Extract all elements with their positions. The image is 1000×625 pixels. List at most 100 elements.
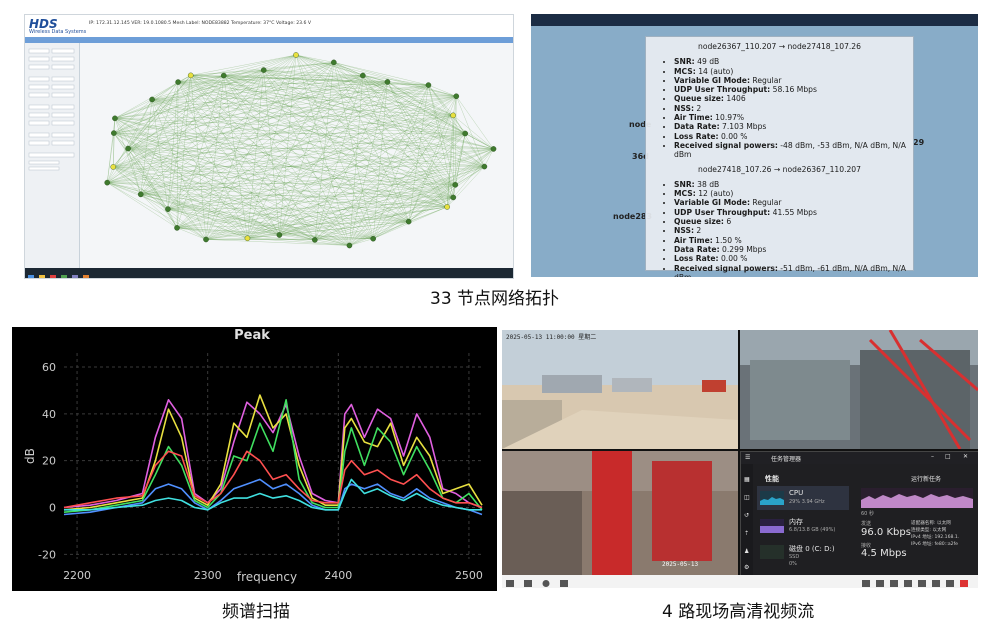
memory-usage: 6.8/13.8 GB (49%) <box>789 527 836 533</box>
disk-sparkline <box>760 545 784 559</box>
camera-image-derrick <box>740 330 978 449</box>
mesh-node[interactable] <box>293 52 299 58</box>
y-tick-label: 0 <box>49 502 56 515</box>
minimize-icon[interactable]: – <box>931 453 934 460</box>
ipv6-key: IPv6 地址: <box>911 542 933 547</box>
mesh-node[interactable] <box>125 145 131 152</box>
cpu-list-item[interactable]: CPU 29% 3.94 GHz <box>757 486 849 510</box>
mesh-node[interactable] <box>331 59 337 66</box>
mesh-node[interactable] <box>346 242 353 249</box>
header-status-text: IP: 172.31.12.145 VER: 19.0.1080.5 Mesh … <box>89 21 312 26</box>
mesh-node[interactable] <box>165 206 171 212</box>
stat-key: NSS: <box>674 226 694 236</box>
maximize-icon[interactable]: □ <box>945 453 951 460</box>
task-manager-titlebar: ☰ 任务管理器 – □ ✕ <box>741 452 978 464</box>
stat-key: NSS: <box>674 103 694 113</box>
mesh-node[interactable] <box>450 112 456 119</box>
mesh-node[interactable] <box>453 93 460 100</box>
mesh-node[interactable] <box>111 130 117 136</box>
close-icon[interactable]: ✕ <box>963 453 968 460</box>
node-label[interactable]: 29 <box>913 138 924 147</box>
windows-taskbar[interactable] <box>25 268 513 278</box>
stat-key: Loss Rate: <box>674 131 719 141</box>
mesh-node[interactable] <box>104 179 111 186</box>
cpu-label: CPU <box>789 489 804 497</box>
stat-value: 49 dB <box>694 57 720 67</box>
stat-key: Received signal powers: <box>674 263 778 273</box>
mesh-link <box>465 133 494 150</box>
mesh-link <box>107 75 191 183</box>
x-tick-label: 2200 <box>63 569 91 582</box>
mesh-node[interactable] <box>276 232 283 238</box>
mesh-link <box>107 75 224 183</box>
processes-icon[interactable]: ▦ <box>744 476 750 483</box>
menu-icon[interactable]: ☰ <box>745 454 750 461</box>
mesh-node[interactable] <box>370 235 376 242</box>
memory-sparkline <box>760 519 784 533</box>
mesh-node[interactable] <box>405 218 412 225</box>
mesh-link <box>295 54 454 198</box>
mesh-link <box>152 99 409 222</box>
mesh-node[interactable] <box>312 237 318 243</box>
mesh-node[interactable] <box>490 146 497 152</box>
run-task-button[interactable]: 运行新任务 <box>911 474 941 483</box>
mesh-link <box>223 69 264 76</box>
history-icon[interactable]: ↺ <box>744 512 749 519</box>
stat-row: Variable GI Mode: Regular <box>674 198 913 207</box>
mesh-links <box>107 54 494 246</box>
mesh-node[interactable] <box>149 96 155 103</box>
mesh-node[interactable] <box>203 236 209 243</box>
video-wall: 2025-05-13 11:00:00 星期二 2025-05-13 ☰ 任务管… <box>502 330 978 588</box>
performance-icon[interactable]: ◫ <box>744 494 750 501</box>
mesh-node[interactable] <box>425 82 432 88</box>
player-control-icons <box>506 580 968 587</box>
mesh-node[interactable] <box>110 164 117 170</box>
receive-value: 4.5 Mbps <box>861 548 907 559</box>
stat-value: 41.55 Mbps <box>770 207 817 217</box>
connection-key: 连接类型: <box>911 528 931 533</box>
stat-value: 2 <box>694 103 702 113</box>
mesh-node[interactable] <box>174 225 180 231</box>
stat-value: Regular <box>750 198 782 208</box>
camera-feed-3[interactable]: 2025-05-13 <box>502 451 738 575</box>
mesh-node[interactable] <box>187 72 194 79</box>
player-control-bar[interactable] <box>502 575 978 588</box>
mesh-topology-graph[interactable] <box>81 43 511 267</box>
camera-feed-2[interactable] <box>740 330 978 449</box>
mesh-node[interactable] <box>462 130 469 137</box>
mesh-node[interactable] <box>260 67 267 73</box>
mesh-node[interactable] <box>450 194 457 201</box>
settings-sidebar[interactable] <box>25 43 80 269</box>
camera-feed-1[interactable]: 2025-05-13 11:00:00 星期二 <box>502 330 738 449</box>
disk-list-item[interactable]: 磁盘 0 (C: D:) SSD 0% <box>757 542 849 572</box>
caption-video: 4 路现场高清视频流 <box>662 602 815 622</box>
mesh-link <box>113 133 466 168</box>
startup-icon[interactable]: ⇡ <box>744 530 749 537</box>
cpu-sparkline <box>760 491 784 505</box>
mesh-node[interactable] <box>444 204 450 210</box>
stat-row: Loss Rate: 0.00 % <box>674 132 913 141</box>
mesh-node[interactable] <box>137 191 144 198</box>
settings-icon[interactable]: ⚙ <box>744 564 749 571</box>
stat-key: SNR: <box>674 57 695 67</box>
mesh-node[interactable] <box>452 182 459 188</box>
users-icon[interactable]: ♟ <box>744 548 749 555</box>
mesh-node[interactable] <box>360 72 366 79</box>
mesh-node[interactable] <box>175 79 181 85</box>
mesh-node[interactable] <box>244 235 251 242</box>
stat-value: 2 <box>694 226 702 236</box>
y-tick-label: 40 <box>42 408 56 421</box>
ipv4-value: 192.168.1. <box>934 535 960 540</box>
mesh-node[interactable] <box>220 72 227 79</box>
memory-list-item[interactable]: 内存 6.8/13.8 GB (49%) <box>757 514 849 538</box>
task-manager-window[interactable]: ☰ 任务管理器 – □ ✕ ▦ ◫ ↺ ⇡ ♟ ⚙ 性能 运行新任务 CPU 2… <box>740 451 978 577</box>
mesh-link <box>114 75 224 119</box>
stat-row: SNR: 38 dB <box>674 180 913 189</box>
mesh-node[interactable] <box>481 163 488 170</box>
mesh-link <box>107 99 153 183</box>
task-manager-nav[interactable]: ▦ ◫ ↺ ⇡ ♟ ⚙ <box>741 464 753 576</box>
mesh-node[interactable] <box>384 79 391 85</box>
stat-value: 1406 <box>723 94 746 104</box>
mesh-node[interactable] <box>112 115 118 122</box>
stat-row: SNR: 49 dB <box>674 57 913 66</box>
